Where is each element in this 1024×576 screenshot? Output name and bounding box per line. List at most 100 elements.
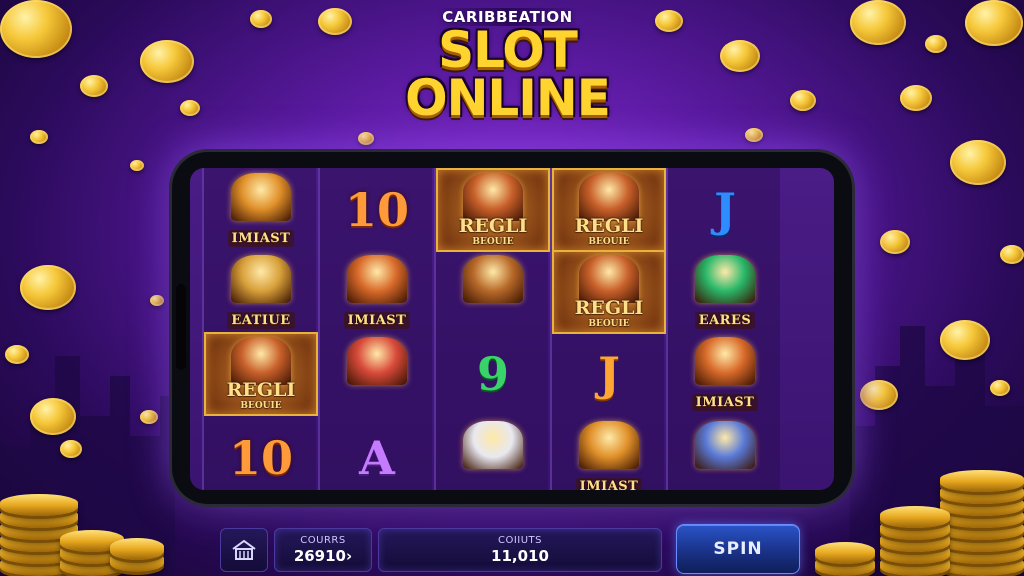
- symbol-emblem: [445, 421, 541, 490]
- gold-coin-icon: [1000, 245, 1024, 264]
- symbol-emblem: REGLI BEOUIE: [445, 173, 541, 247]
- reel-symbol: [436, 250, 550, 334]
- coin-stack-icon: [110, 538, 164, 560]
- symbol-emblem: REGLI BEOUIE: [561, 173, 657, 247]
- reel-symbol: 10: [204, 416, 318, 490]
- reel-symbol: IMIAST: [204, 168, 318, 252]
- coin-stack-icon: [880, 506, 950, 528]
- coins-value: 11,010: [491, 547, 549, 565]
- reel-symbol: IMIAST: [552, 416, 666, 490]
- emblem-art-icon: [347, 255, 407, 303]
- emblem-art-icon: [695, 337, 755, 385]
- home-icon: [232, 539, 256, 560]
- reel-symbol: REGLI BEOUIE: [204, 332, 318, 416]
- reel-symbol: REGLI BEOUIE: [436, 168, 550, 252]
- emblem-sublabel: BEOUIE: [240, 401, 282, 411]
- emblem-label: REGLI: [574, 215, 644, 237]
- reel-symbol: IMIAST: [668, 332, 782, 416]
- gold-coin-icon: [0, 0, 72, 58]
- symbol-glyph: J: [714, 183, 736, 237]
- emblem-sublabel: BEOUIE: [588, 237, 630, 247]
- reel-symbol: REGLI BEOUIE: [552, 250, 666, 334]
- gold-coin-icon: [150, 295, 164, 306]
- symbol-emblem: IMIAST: [561, 421, 657, 490]
- credits-label: COURRS: [300, 535, 346, 546]
- emblem-art-icon: [695, 255, 755, 303]
- reel-symbol: J: [668, 168, 782, 252]
- emblem-label: IMIAST: [343, 312, 411, 329]
- gold-coin-icon: [990, 380, 1010, 396]
- gold-coin-icon: [20, 265, 76, 310]
- gold-coin-icon: [30, 398, 76, 435]
- gold-coin-icon: [60, 440, 82, 458]
- symbol-glyph: 10: [344, 183, 409, 237]
- gold-coin-icon: [140, 410, 158, 424]
- logo-title-line2: ONLINE: [405, 69, 611, 127]
- gold-coin-icon: [358, 132, 374, 145]
- symbol-emblem: REGLI BEOUIE: [561, 255, 657, 329]
- gold-coin-icon: [318, 8, 352, 35]
- reel-symbol: [320, 332, 434, 416]
- slot-reels-screen: IMIAST EATIUE REGLI BEOUIE 10 10 IMIAST A REGLI B…: [190, 168, 834, 490]
- emblem-art-icon: [231, 255, 291, 303]
- reel-symbol: A: [320, 416, 434, 490]
- emblem-art-icon: [463, 421, 523, 469]
- home-button[interactable]: [220, 528, 268, 572]
- reel-1: IMIAST EATIUE REGLI BEOUIE 10: [202, 168, 318, 490]
- spin-button[interactable]: SPIN: [676, 524, 800, 574]
- reel-symbol: IMIAST: [320, 250, 434, 334]
- coin-stack-icon: [940, 470, 1024, 492]
- coins-label: COIIUTS: [497, 535, 543, 546]
- emblem-label: REGLI: [226, 379, 296, 401]
- emblem-label: EATIUE: [227, 312, 295, 329]
- gold-coin-icon: [655, 10, 683, 32]
- gold-coin-icon: [140, 40, 194, 83]
- reel-symbol: 10: [320, 168, 434, 252]
- gold-coin-icon: [250, 10, 272, 28]
- symbol-emblem: IMIAST: [329, 255, 425, 329]
- gold-coin-icon: [180, 100, 200, 116]
- emblem-art-icon: [463, 173, 523, 221]
- reel-2: 10 IMIAST A: [318, 168, 432, 490]
- phone-frame: IMIAST EATIUE REGLI BEOUIE 10 10 IMIAST A REGLI B…: [172, 152, 852, 504]
- symbol-emblem: REGLI BEOUIE: [213, 337, 309, 411]
- emblem-sublabel: BEOUIE: [588, 319, 630, 329]
- symbol-emblem: IMIAST: [213, 173, 309, 247]
- emblem-label: IMIAST: [227, 230, 295, 247]
- gold-coin-icon: [860, 380, 898, 410]
- reel-5: J EARES IMIAST: [666, 168, 780, 490]
- reel-symbol: J: [552, 332, 666, 416]
- reel-3: REGLI BEOUIE 9: [434, 168, 550, 490]
- gold-coin-icon: [965, 0, 1023, 46]
- coins-display: COIIUTS 11,010: [378, 528, 662, 572]
- symbol-emblem: EATIUE: [213, 255, 309, 329]
- reel-symbol: EATIUE: [204, 250, 318, 334]
- emblem-label: EARES: [694, 312, 756, 329]
- gold-coin-icon: [30, 130, 48, 144]
- symbol-glyph: A: [359, 431, 395, 485]
- gold-coin-icon: [880, 230, 910, 254]
- emblem-art-icon: [579, 173, 639, 221]
- symbol-glyph: J: [598, 347, 620, 401]
- gold-coin-icon: [130, 160, 144, 171]
- symbol-emblem: [329, 337, 425, 411]
- reel-symbol: EARES: [668, 250, 782, 334]
- phone-notch: [176, 284, 186, 370]
- symbol-emblem: IMIAST: [677, 337, 773, 411]
- symbol-emblem: EARES: [677, 255, 773, 329]
- emblem-label: REGLI: [574, 297, 644, 319]
- credits-value: 26910›: [293, 547, 353, 565]
- symbol-glyph: 9: [476, 347, 509, 401]
- reel-symbol: [668, 416, 782, 490]
- reel-symbol: REGLI BEOUIE: [552, 168, 666, 252]
- emblem-label: IMIAST: [575, 478, 643, 490]
- emblem-art-icon: [231, 173, 291, 221]
- emblem-art-icon: [579, 421, 639, 469]
- emblem-art-icon: [231, 337, 291, 385]
- emblem-art-icon: [347, 337, 407, 385]
- gold-coin-icon: [720, 40, 760, 72]
- logo-title-line1: SLOT: [438, 21, 578, 79]
- symbol-emblem: [445, 255, 541, 329]
- emblem-art-icon: [695, 421, 755, 469]
- emblem-label: IMIAST: [691, 394, 759, 411]
